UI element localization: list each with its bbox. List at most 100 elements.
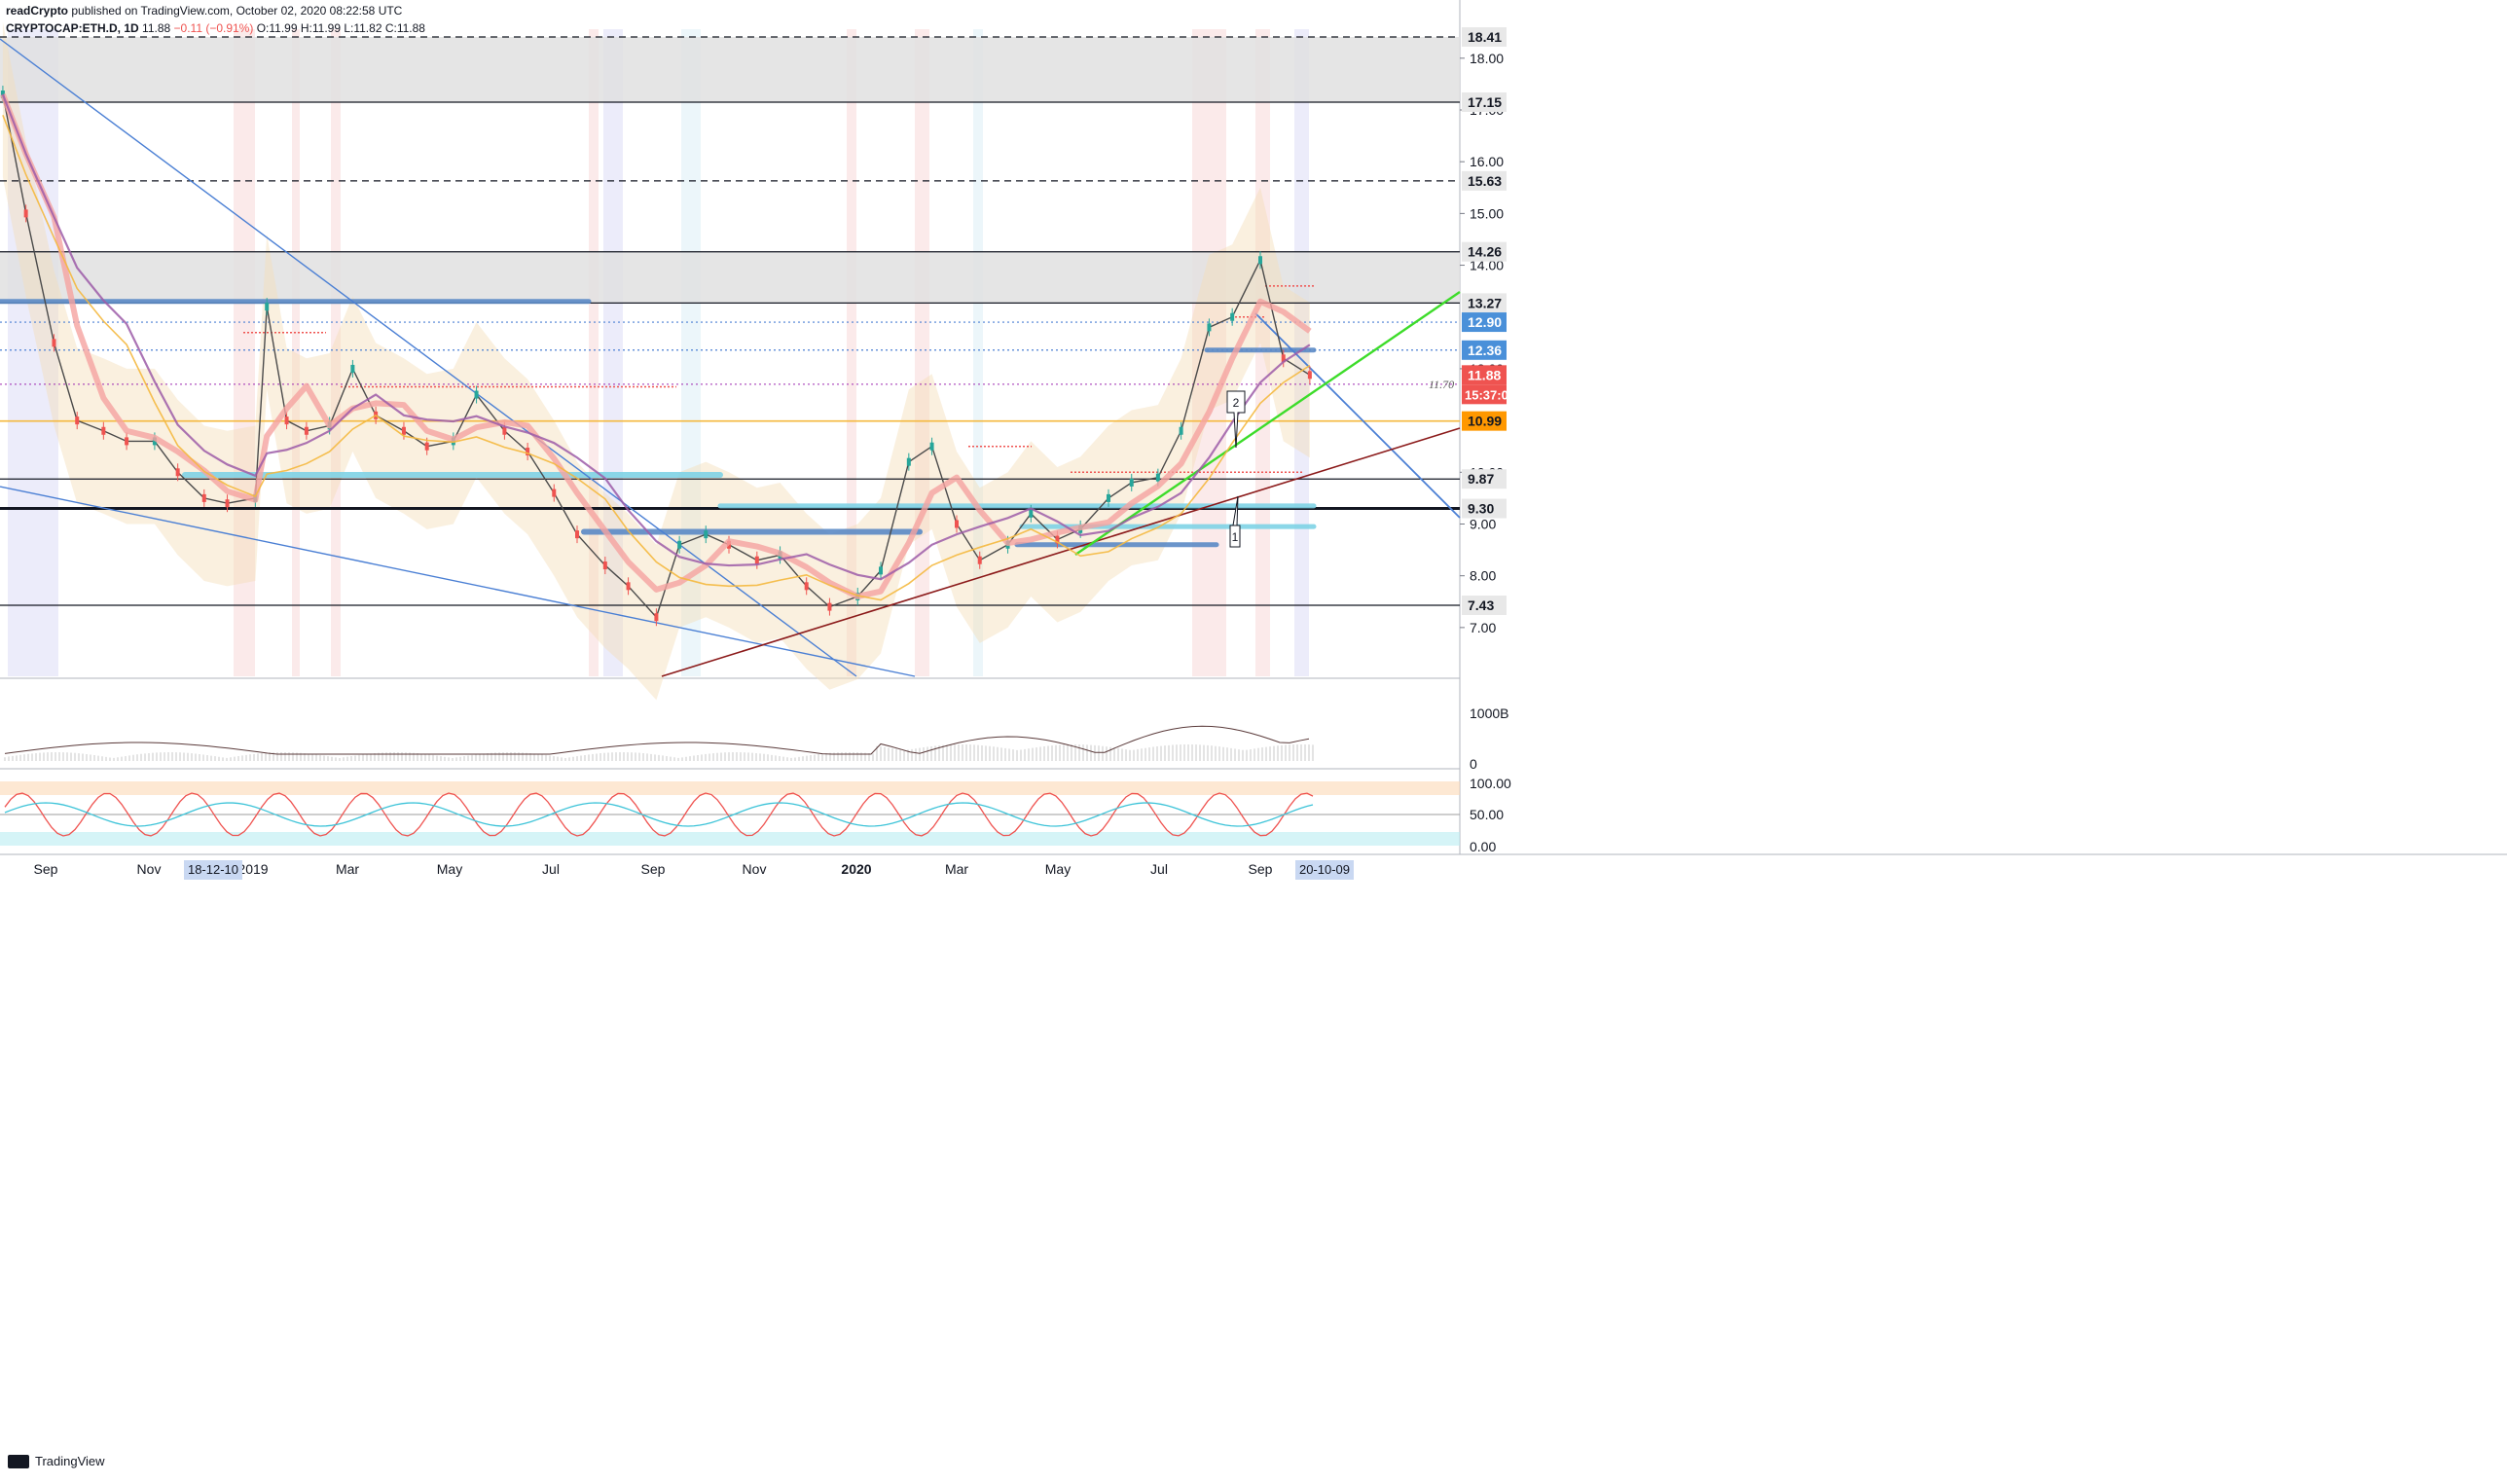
candle-body bbox=[125, 437, 129, 446]
level-tag: 18.41 bbox=[1468, 29, 1502, 45]
candle-body bbox=[175, 468, 180, 477]
price-axis[interactable]: 18.0017.0016.0015.0014.0012.0010.009.008… bbox=[1460, 27, 1515, 635]
candle-body bbox=[704, 530, 708, 539]
zone-upper bbox=[0, 37, 1460, 103]
time-cursor-label: 20-10-09 bbox=[1299, 862, 1350, 877]
countdown-label: 15:37:05 bbox=[1465, 387, 1515, 402]
time-tick-label: 2020 bbox=[841, 861, 871, 877]
level-tag: 9.87 bbox=[1468, 471, 1494, 487]
time-tick-label: Sep bbox=[641, 861, 666, 877]
price-tick-label: 18.00 bbox=[1470, 51, 1504, 66]
candle-body bbox=[350, 364, 355, 373]
candle-body bbox=[502, 426, 507, 435]
osc-tick-label: 100.00 bbox=[1470, 776, 1511, 791]
overbought-zone bbox=[0, 781, 1460, 795]
oversold-zone bbox=[0, 832, 1460, 846]
plot-area bbox=[0, 0, 1460, 1484]
candle-body bbox=[955, 520, 959, 528]
candle-body bbox=[827, 602, 832, 611]
oscillator-pane: 100.00 50.00 0.00 bbox=[0, 776, 1511, 854]
symbol-label[interactable]: CRYPTOCAP:ETH.D, 1D bbox=[6, 21, 139, 35]
candle-body bbox=[1258, 256, 1262, 265]
level-tag: 12.90 bbox=[1468, 314, 1502, 330]
price-tick-label: 7.00 bbox=[1470, 620, 1496, 635]
time-tick-label: Nov bbox=[743, 861, 767, 877]
candle-body bbox=[304, 426, 309, 435]
candle-body bbox=[1129, 478, 1134, 487]
price-tick-label: 15.00 bbox=[1470, 205, 1504, 221]
level-tag: 17.15 bbox=[1468, 94, 1502, 110]
time-tick-label: Jul bbox=[1150, 861, 1168, 877]
time-tick-label: 2019 bbox=[237, 861, 268, 877]
osc-tick-label: 50.00 bbox=[1470, 807, 1504, 822]
candle-body bbox=[677, 540, 682, 549]
last-price: 11.88 bbox=[142, 21, 171, 35]
tradingview-brand: TradingView bbox=[35, 1454, 105, 1468]
low-value: L:11.82 bbox=[344, 21, 382, 35]
candle-body bbox=[75, 416, 80, 425]
volume-tick-label: 0 bbox=[1470, 756, 1477, 772]
price-change: −0.11 (−0.91%) bbox=[173, 21, 254, 35]
callout-label: 2 bbox=[1233, 396, 1240, 410]
publisher-name[interactable]: readCrypto bbox=[6, 4, 68, 18]
candle-body bbox=[929, 442, 934, 451]
time-tick-label: Mar bbox=[336, 861, 359, 877]
current-price-tag: 11.88 bbox=[1468, 367, 1501, 382]
level-tag: 14.26 bbox=[1468, 244, 1502, 260]
time-tick-label: Nov bbox=[137, 861, 162, 877]
candle-body bbox=[654, 613, 659, 622]
level-tag: 9.30 bbox=[1468, 501, 1494, 517]
candle-body bbox=[284, 416, 289, 425]
level-tag: 13.27 bbox=[1468, 295, 1502, 310]
candle-body bbox=[401, 426, 406, 435]
volume-tick-label: 1000B bbox=[1470, 706, 1508, 721]
high-value: H:11.99 bbox=[300, 21, 341, 35]
candle-body bbox=[1179, 426, 1183, 435]
candle-body bbox=[1029, 509, 1034, 518]
candle-body bbox=[101, 426, 106, 435]
candle-body bbox=[201, 493, 206, 502]
published-text: published on TradingView.com, October 02… bbox=[71, 4, 403, 18]
time-tick-label: May bbox=[437, 861, 462, 877]
time-cursor-label: 18-12-10 bbox=[188, 862, 238, 877]
time-tick-label: Mar bbox=[945, 861, 968, 877]
plotted-level-label: 11.70 bbox=[1429, 378, 1454, 391]
chart-header: readCrypto published on TradingView.com,… bbox=[6, 2, 425, 37]
symbol-line: CRYPTOCAP:ETH.D, 1D 11.88 −0.11 (−0.91%)… bbox=[6, 19, 425, 37]
level-tag: 7.43 bbox=[1468, 597, 1494, 613]
callout-label: 1 bbox=[1232, 530, 1239, 544]
close-value: C:11.88 bbox=[384, 21, 425, 35]
tradingview-logo[interactable]: TradingView bbox=[8, 1454, 105, 1468]
candle-body bbox=[977, 556, 982, 564]
candle-body bbox=[1155, 473, 1160, 482]
candle-body bbox=[626, 582, 631, 591]
candle-body bbox=[754, 556, 759, 564]
level-tag: 10.99 bbox=[1468, 414, 1502, 429]
publisher-line: readCrypto published on TradingView.com,… bbox=[6, 2, 425, 19]
candle-body bbox=[265, 303, 270, 311]
candle-body bbox=[1207, 323, 1212, 332]
candle-body bbox=[804, 582, 809, 591]
candle-body bbox=[52, 339, 56, 347]
time-tick-label: Sep bbox=[1249, 861, 1273, 877]
level-tag: 15.63 bbox=[1468, 173, 1502, 189]
candle-body bbox=[23, 209, 28, 218]
price-tick-label: 16.00 bbox=[1470, 154, 1504, 169]
level-tag: 12.36 bbox=[1468, 343, 1502, 358]
candle-body bbox=[1307, 371, 1312, 380]
signal-band bbox=[915, 29, 929, 676]
candle-body bbox=[552, 489, 557, 497]
time-tick-label: May bbox=[1045, 861, 1071, 877]
time-tick-label: Jul bbox=[542, 861, 560, 877]
candle-body bbox=[906, 457, 911, 466]
candle-body bbox=[575, 530, 579, 539]
candle-body bbox=[1230, 312, 1235, 321]
candle-body bbox=[225, 499, 230, 508]
osc-tick-label: 0.00 bbox=[1470, 839, 1496, 854]
candle-body bbox=[424, 442, 429, 451]
candle-body bbox=[1107, 493, 1110, 502]
open-value: O:11.99 bbox=[256, 21, 298, 35]
price-tick-label: 8.00 bbox=[1470, 568, 1496, 584]
candle-body bbox=[474, 390, 479, 399]
chart-canvas: 1000B 0 100.00 50.00 0.00 18.00 1 7.00 16.00 15… bbox=[0, 0, 2507, 1484]
